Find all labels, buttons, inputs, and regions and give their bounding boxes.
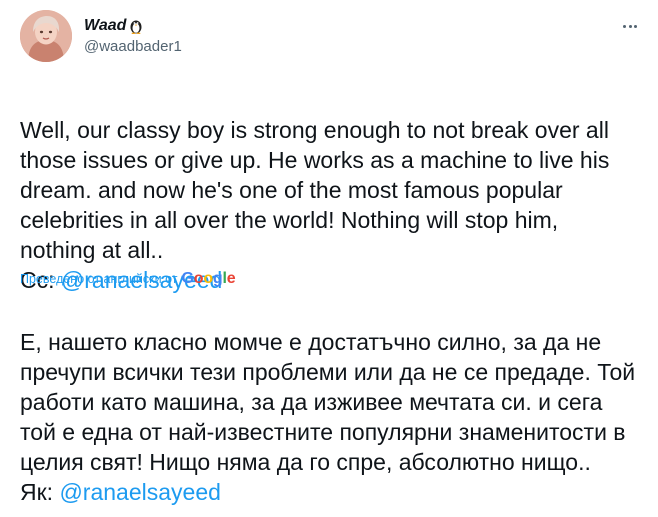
penguin-icon — [129, 18, 143, 35]
translated-mention-line: Як: @ranaelsayeed — [20, 477, 640, 507]
user-handle[interactable]: @waadbader1 — [84, 37, 182, 57]
tweet-text-original: Well, our classy boy is strong enough to… — [20, 85, 640, 325]
tweet-text-translated: Е, нашето класно момче е достатъчно силн… — [20, 297, 640, 517]
translation-notice-label[interactable]: Преведено от английски от — [20, 271, 178, 287]
translated-mention-link[interactable]: @ranaelsayeed — [59, 479, 220, 505]
author-names[interactable]: Waad @waadbader1 — [84, 16, 182, 57]
translated-text: Е, нашето класно момче е достатъчно силн… — [20, 329, 636, 475]
display-name[interactable]: Waad — [84, 16, 182, 36]
original-text: Well, our classy boy is strong enough to… — [20, 117, 610, 263]
display-name-text[interactable]: Waad — [84, 16, 126, 36]
translation-notice[interactable]: Преведено от английски от Google — [20, 271, 236, 287]
more-horizontal-icon[interactable] — [620, 16, 640, 36]
tweet-card: Waad @waadbader1 Well, our classy boy is… — [0, 0, 658, 517]
google-logo[interactable]: Google — [182, 271, 236, 287]
translated-mention-prefix: Як: — [20, 479, 60, 505]
avatar[interactable] — [20, 10, 72, 62]
tweet-header: Waad @waadbader1 — [20, 10, 640, 62]
